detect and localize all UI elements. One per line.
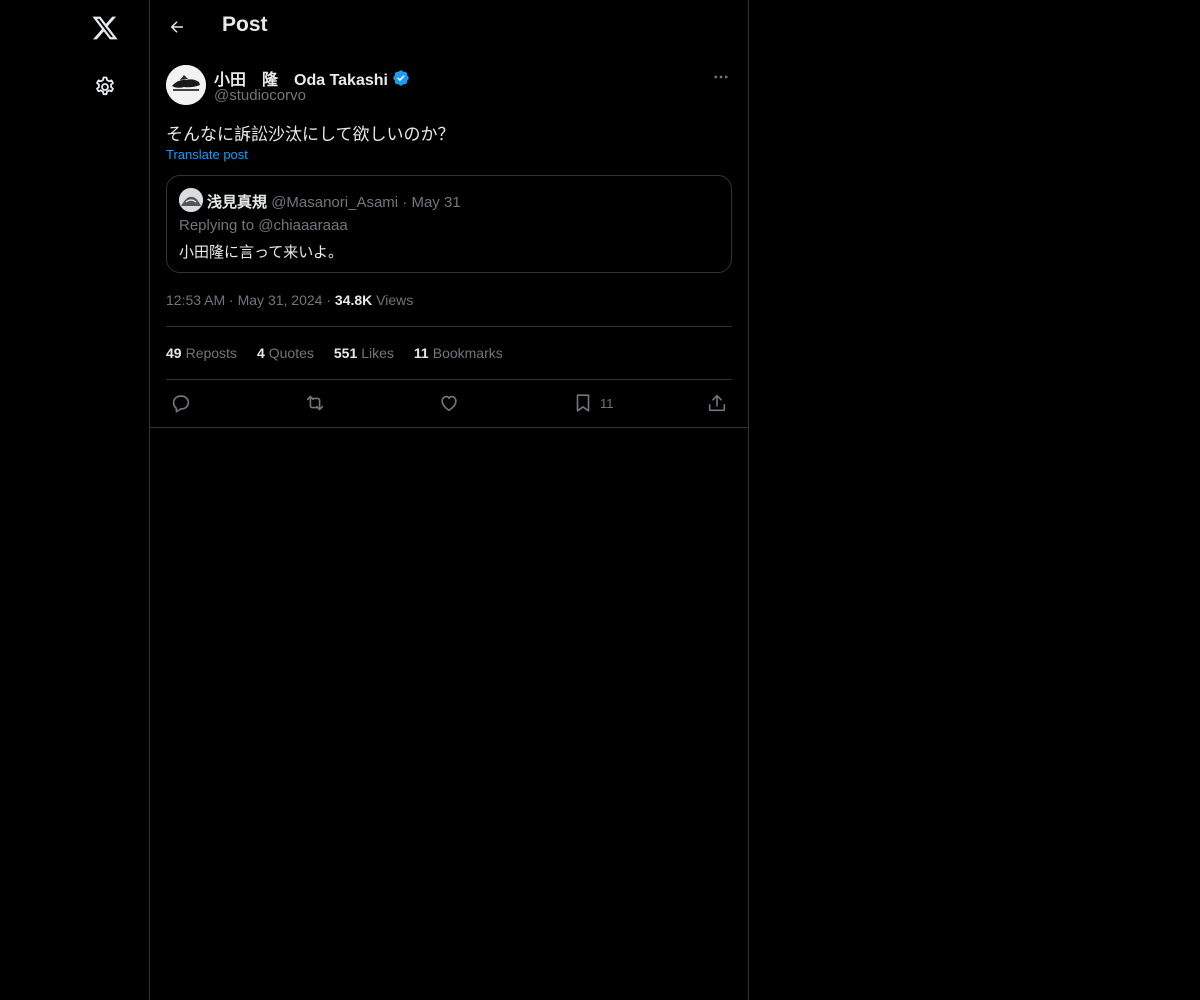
views-number: 34.8K [334,292,373,308]
views-label: Views [376,292,414,308]
main-column: Post 小田 隆 Oda Takashi @studiocorvo そんなに訴… [149,0,749,1000]
stat-likes[interactable]: 551 Likes [334,345,394,361]
stat-quotes[interactable]: 4 Quotes [257,345,314,361]
heart-icon [441,395,457,412]
author-handle[interactable]: @studiocorvo [214,87,306,104]
quoted-author-name: 浅見真規 [207,193,268,211]
post-stats: 49 Reposts 4 Quotes 551 Likes 11 Bookmarks [166,345,503,361]
like-button[interactable] [438,391,460,415]
divider-middle [166,379,732,380]
stat-label: Likes [361,345,394,361]
stat-bookmarks[interactable]: 11 Bookmarks [414,345,503,361]
meta-separator: · [229,292,234,308]
stat-count: 49 [166,345,182,361]
stat-count: 4 [256,345,265,361]
app-root: Post 小田 隆 Oda Takashi @studiocorvo そんなに訴… [0,0,1200,1000]
back-button[interactable] [165,15,189,39]
action-bar: 11 [166,391,732,415]
reply-button[interactable] [170,391,192,415]
bookmark-icon [576,394,590,412]
repost-button[interactable] [304,391,326,415]
quoted-author-handle: @Masanori_Asami [271,194,399,211]
stat-reposts[interactable]: 49 Reposts [166,345,237,361]
reply-icon [172,395,190,413]
x-logo-icon[interactable] [90,13,120,43]
post-meta: 12:53 AM · May 31, 2024 · 34.8K Views [166,292,413,308]
avatar[interactable] [166,65,206,105]
stat-count: 11 [413,345,429,361]
more-horizontal-icon [714,75,728,79]
translate-post-link[interactable]: Translate post [166,147,248,162]
bookmark-count: 11 [600,395,614,411]
quoted-header: 浅見真規 @Masanori_Asami · May 31 [207,191,461,212]
page-title: Post [222,13,268,36]
post-date[interactable]: May 31, 2024 [238,292,323,308]
quoted-replying-to: Replying to @chiaaaraaa [179,217,348,234]
page-header: Post [150,0,748,53]
divider-top [166,326,732,327]
quoted-post[interactable]: 浅見真規 @Masanori_Asami · May 31 Replying t… [166,175,732,273]
quoted-separator: · [402,194,408,211]
quoted-date: May 31 [411,194,461,211]
stat-count: 551 [333,345,358,361]
post-bottom-border [150,427,748,428]
quoted-text: 小田隆に言って来いよ。 [179,243,343,261]
repost-icon [306,395,324,411]
more-options-button[interactable] [710,66,732,88]
arrow-left-icon [170,21,183,33]
stat-label: Reposts [185,345,237,361]
post-time[interactable]: 12:53 AM [166,292,225,308]
bookmark-button[interactable]: 11 [572,391,614,415]
share-icon [708,394,726,412]
stat-label: Bookmarks [432,345,503,361]
meta-separator-2: · [326,292,332,308]
views-count[interactable]: 34.8K Views [335,292,413,308]
stat-label: Quotes [268,345,314,361]
share-button[interactable] [706,391,728,415]
quoted-avatar [179,188,203,212]
post-text: そんなに訴訟沙汰にして欲しいのか？ [166,125,455,145]
verified-badge-icon[interactable] [392,69,410,87]
left-nav-rail [0,0,149,1000]
gear-icon[interactable] [90,72,120,102]
